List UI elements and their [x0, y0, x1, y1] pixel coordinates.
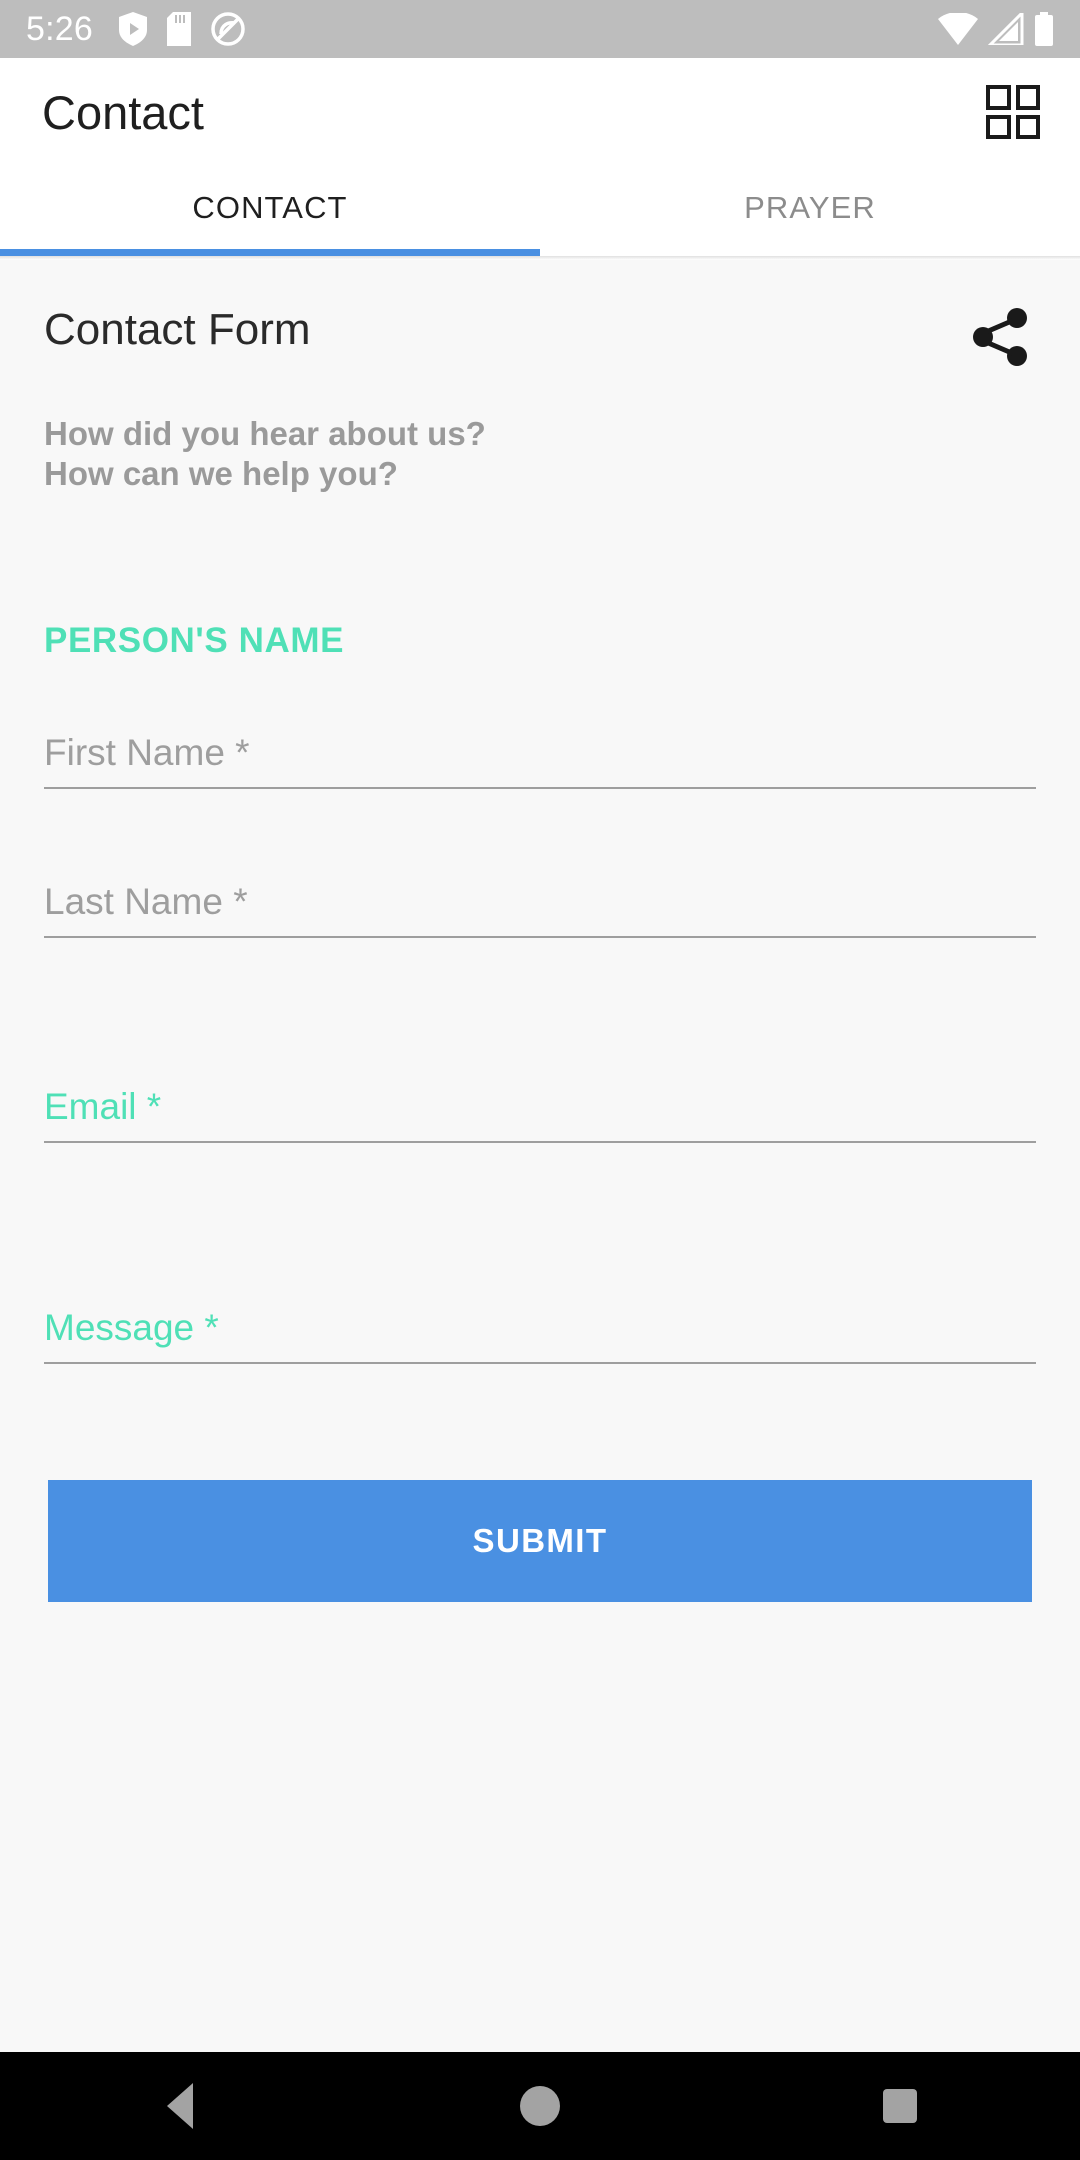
page-title: Contact	[42, 85, 204, 139]
cellular-signal-icon	[988, 13, 1024, 45]
tab-contact[interactable]: CONTACT	[0, 166, 540, 256]
first-name-placeholder: First Name *	[44, 731, 250, 773]
form-description-line-2: How can we help you?	[44, 455, 398, 493]
last-name-underline	[44, 935, 1036, 938]
app-bar-actions	[986, 85, 1040, 139]
grid-cell	[1015, 85, 1040, 110]
form-description-line-1: How did you hear about us?	[44, 415, 486, 452]
recents-square-icon	[883, 2089, 917, 2123]
message-underline	[44, 1361, 1036, 1364]
email-underline	[44, 1140, 1036, 1143]
home-circle-icon	[520, 2086, 560, 2126]
form-description: How did you hear about us? How can we he…	[44, 414, 1036, 495]
status-clock: 5:26	[26, 10, 93, 48]
tab-indicator	[0, 249, 540, 256]
last-name-placeholder: Last Name *	[44, 880, 248, 922]
form-header: Contact Form	[44, 260, 1036, 372]
share-button[interactable]	[966, 302, 1036, 372]
nav-home-button[interactable]	[470, 2052, 610, 2160]
grid-cell	[1015, 114, 1040, 139]
wifi-icon	[938, 13, 978, 45]
section-label-persons-name: PERSON'S NAME	[44, 620, 345, 660]
email-placeholder: Email *	[44, 1085, 162, 1127]
status-notification-icons	[118, 12, 245, 46]
field-first-name[interactable]: First Name *	[44, 734, 1036, 789]
grid-cell	[986, 85, 1011, 110]
app-bar: Contact	[0, 58, 1080, 166]
message-placeholder: Message *	[44, 1306, 219, 1348]
tab-bar: CONTACT PRAYER	[0, 166, 1080, 256]
battery-icon	[1035, 12, 1053, 46]
back-triangle-icon	[167, 2083, 193, 2129]
nav-back-button[interactable]	[110, 2052, 250, 2160]
form-title: Contact Form	[44, 305, 311, 354]
grid-view-icon[interactable]	[986, 85, 1040, 139]
phone-screen: 5:26 Contact CONTACT PRAYER Contact Form…	[0, 0, 1080, 2160]
first-name-underline	[44, 786, 1036, 789]
system-navigation-bar	[0, 2052, 1080, 2160]
submit-button[interactable]: SUBMIT	[48, 1479, 1032, 1602]
contact-form-panel: Contact Form How did you hear about us? …	[0, 260, 1080, 2052]
field-message[interactable]: Message *	[44, 1309, 1036, 1364]
play-shield-icon	[118, 12, 147, 46]
grid-cell	[986, 114, 1011, 139]
field-last-name[interactable]: Last Name *	[44, 883, 1036, 938]
do-not-disturb-icon	[211, 12, 245, 46]
status-bar: 5:26	[0, 0, 1080, 58]
status-system-icons	[938, 12, 1054, 46]
field-email[interactable]: Email *	[44, 1088, 1036, 1143]
nav-recents-button[interactable]	[830, 2052, 970, 2160]
submit-button-container: SUBMIT	[44, 1479, 1036, 1602]
tab-prayer[interactable]: PRAYER	[540, 166, 1080, 256]
share-icon	[973, 308, 1027, 366]
sd-card-icon	[166, 12, 191, 46]
